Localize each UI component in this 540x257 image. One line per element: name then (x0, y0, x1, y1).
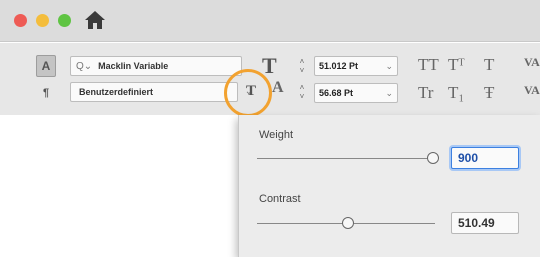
underline-button[interactable]: T (484, 55, 494, 75)
chevron-down-icon[interactable]: ⌄ (385, 88, 393, 99)
leading-stepper[interactable]: ˄ ˅ (296, 83, 308, 103)
weight-slider-thumb[interactable] (427, 152, 440, 164)
highlight-circle (224, 69, 272, 117)
weight-slider-track[interactable] (257, 158, 435, 159)
paragraph-mode-button[interactable]: ¶ (36, 82, 56, 104)
weight-value-field[interactable]: 900 (451, 147, 519, 169)
home-icon[interactable] (84, 10, 106, 30)
font-family-value: Macklin Variable (98, 61, 169, 71)
subscript-button[interactable]: T₁ (448, 83, 464, 103)
zoom-window-button[interactable] (58, 14, 71, 27)
variable-font-popover: Weight 900 Contrast 510.49 (238, 115, 540, 257)
small-caps-button[interactable]: Tr (418, 83, 433, 103)
leading-icon: A (272, 79, 284, 96)
font-family-field[interactable]: Q⌄ Macklin Variable (70, 56, 242, 76)
control-panel: A ¶ Q⌄ Macklin Variable Benutzerdefinier… (0, 43, 540, 115)
character-mode-button[interactable]: A (36, 55, 56, 77)
contrast-value-field[interactable]: 510.49 (451, 212, 519, 234)
font-size-stepper[interactable]: ˄ ˅ (296, 57, 308, 77)
all-caps-button[interactable]: TT (418, 55, 439, 75)
tracking-label: VA (524, 83, 540, 97)
contrast-label: Contrast (259, 193, 301, 205)
kerning-label: VA (524, 55, 540, 69)
contrast-slider-thumb[interactable] (341, 217, 354, 229)
weight-label: Weight (259, 129, 294, 141)
font-style-field[interactable]: Benutzerdefiniert ⌄ (70, 82, 253, 102)
font-size-field[interactable]: 51.012 Pt ⌄ (314, 56, 398, 76)
superscript-button[interactable]: Tᵀ (448, 55, 465, 75)
leading-field[interactable]: 56.68 Pt ⌄ (314, 83, 398, 103)
window-titlebar (0, 0, 540, 42)
search-icon: Q⌄ (76, 60, 93, 72)
font-size-value: 51.012 Pt (319, 61, 359, 71)
chevron-down-icon[interactable]: ⌄ (385, 61, 393, 72)
leading-value: 56.68 Pt (319, 88, 354, 98)
close-window-button[interactable] (14, 14, 27, 27)
font-style-value: Benutzerdefiniert (79, 87, 154, 97)
minimize-window-button[interactable] (36, 14, 49, 27)
strikethrough-button[interactable]: Ŧ (484, 83, 494, 103)
